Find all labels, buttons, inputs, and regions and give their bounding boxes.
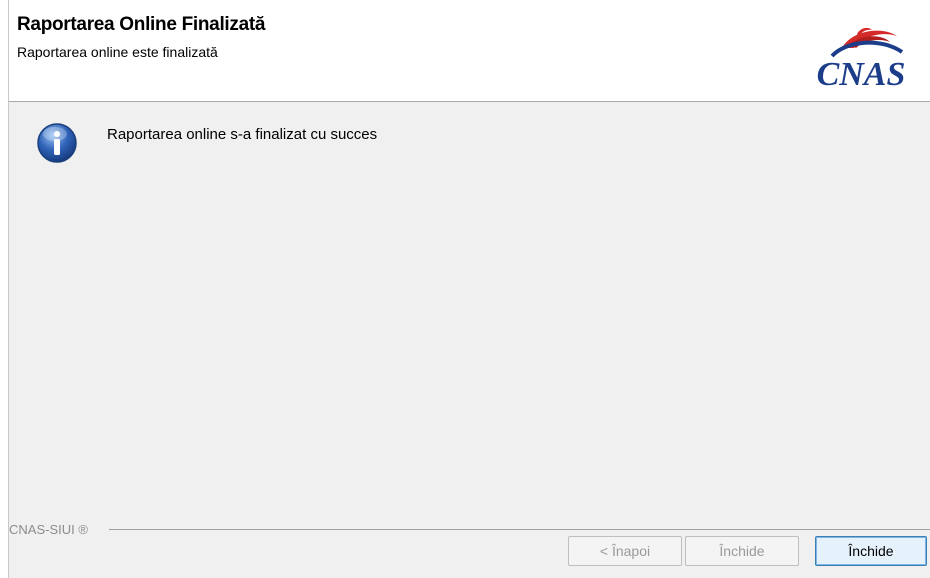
wizard-header: Raportarea Online Finalizată Raportarea …	[9, 0, 930, 102]
status-message: Raportarea online s-a finalizat cu succe…	[107, 126, 378, 143]
close-button-disabled[interactable]: Închide	[685, 536, 799, 566]
close-button[interactable]: Închide	[815, 536, 927, 566]
divider	[109, 529, 930, 530]
content-area: Raportarea online s-a finalizat cu succe…	[9, 102, 930, 512]
wizard-footer: CNAS-SIUI ® < Înapoi Închide Închide	[9, 512, 930, 578]
cnas-logo: CNAS	[817, 27, 906, 90]
brand-label: CNAS-SIUI ®	[9, 522, 94, 537]
page-subtitle: Raportarea online este finalizată	[17, 44, 218, 60]
brand-line: CNAS-SIUI ®	[9, 522, 930, 537]
logo-text: CNAS	[817, 56, 906, 90]
page-title: Raportarea Online Finalizată	[17, 14, 266, 35]
info-icon	[37, 123, 77, 163]
wizard-dialog: Raportarea Online Finalizată Raportarea …	[8, 0, 930, 578]
back-button[interactable]: < Înapoi	[568, 536, 682, 566]
